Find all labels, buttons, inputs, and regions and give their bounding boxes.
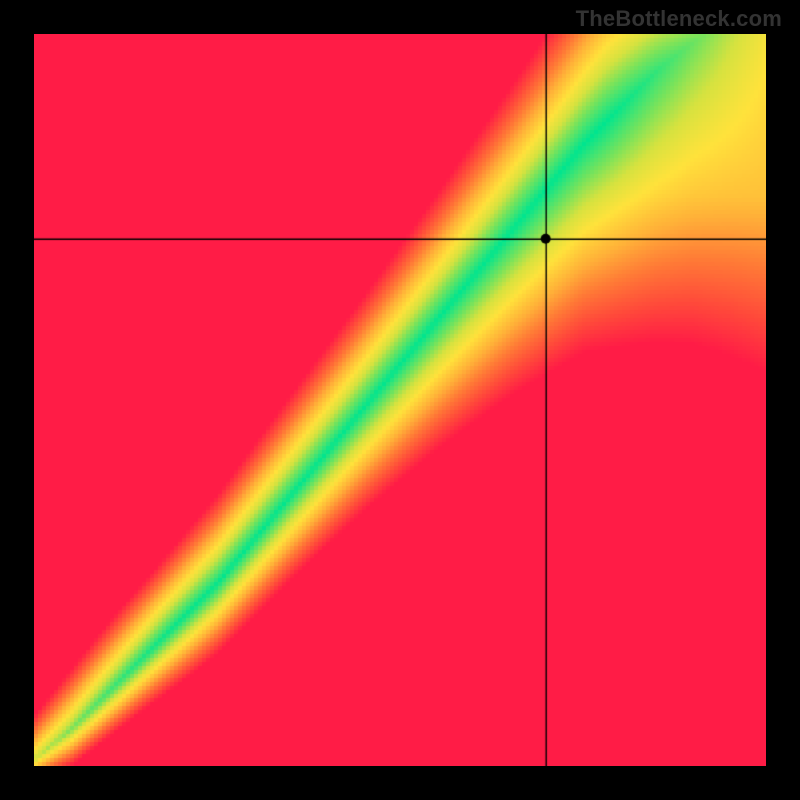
watermark-text: TheBottleneck.com	[576, 6, 782, 32]
chart-frame: TheBottleneck.com	[0, 0, 800, 800]
heatmap-canvas	[34, 34, 766, 766]
